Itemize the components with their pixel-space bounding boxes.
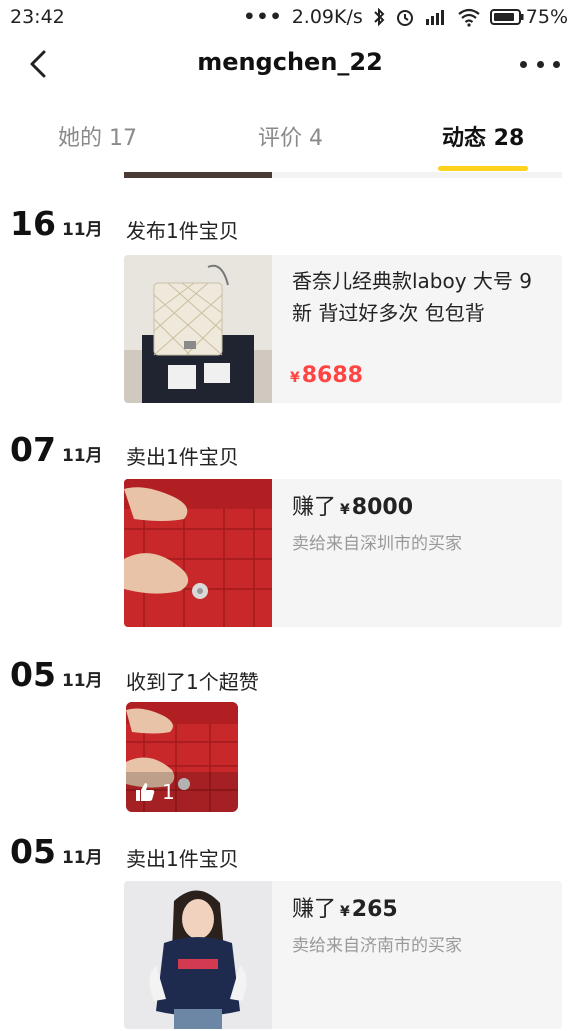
feed-day: 05 xyxy=(10,655,56,694)
more-notifications-icon: ••• xyxy=(243,6,283,28)
feed-date: 07 11月 xyxy=(10,430,103,469)
feed-month: 11月 xyxy=(61,220,103,240)
feed-action: 卖出1件宝贝 xyxy=(126,445,239,469)
like-count: 1 xyxy=(162,780,175,804)
earn-amount: 265 xyxy=(351,897,398,922)
page-title: mengchen_22 xyxy=(197,48,383,76)
active-tab-indicator xyxy=(438,166,528,171)
more-options-button[interactable] xyxy=(520,50,560,78)
profile-tabs: 她的 17 评价 4 动态 28 xyxy=(0,108,580,174)
earn-summary: 赚了 ¥8000 xyxy=(292,489,413,521)
tab-activity[interactable]: 动态 28 xyxy=(442,120,524,152)
more-dot-icon xyxy=(536,60,544,68)
currency-symbol: ¥ xyxy=(340,502,350,518)
feed-date: 16 11月 xyxy=(10,204,103,243)
feed-date: 05 11月 xyxy=(10,832,103,871)
thumbs-up-icon xyxy=(136,783,155,801)
battery-percent: 75% xyxy=(525,6,568,28)
signal-icon xyxy=(425,10,444,25)
earn-amount: 8000 xyxy=(351,495,413,520)
feed-month: 11月 xyxy=(61,848,103,868)
sold-card[interactable]: 赚了 ¥265 卖给来自济南市的买家 xyxy=(124,881,562,1029)
listing-card[interactable]: 香奈儿经典款laboy 大号 9新 背过好多次 包包背 ¥8688 xyxy=(124,255,562,403)
battery-icon xyxy=(489,9,524,25)
feed-day: 07 xyxy=(10,430,56,469)
feed-action: 卖出1件宝贝 xyxy=(126,847,239,871)
price-value: 8688 xyxy=(301,363,363,388)
earn-prefix: 赚了 xyxy=(292,897,337,922)
liked-item-card[interactable]: 1 xyxy=(126,702,238,812)
feed-month: 11月 xyxy=(61,446,103,466)
currency-symbol: ¥ xyxy=(290,370,300,386)
more-dot-icon xyxy=(520,60,527,68)
feed-date: 05 11月 xyxy=(10,655,103,694)
status-indicators: ••• 2.09K/s 75% xyxy=(243,6,568,28)
wifi-icon xyxy=(458,8,480,27)
earn-summary: 赚了 ¥265 xyxy=(292,891,398,923)
feed-month: 11月 xyxy=(61,671,103,691)
tab-reviews[interactable]: 评价 4 xyxy=(258,120,323,152)
listing-price: ¥8688 xyxy=(290,363,363,388)
buyer-location: 卖给来自深圳市的买家 xyxy=(292,534,462,554)
feed-action: 发布1件宝贝 xyxy=(126,219,239,243)
like-badge: 1 xyxy=(134,780,175,804)
previous-card-image-edge xyxy=(124,172,272,178)
nav-bar: mengchen_22 xyxy=(0,36,580,92)
product-image xyxy=(124,881,272,1029)
bluetooth-icon xyxy=(374,7,385,27)
feed-action: 收到了1个超赞 xyxy=(126,670,259,694)
product-image xyxy=(124,479,272,627)
more-dot-icon xyxy=(553,60,560,68)
sold-card[interactable]: 赚了 ¥8000 卖给来自深圳市的买家 xyxy=(124,479,562,627)
battery-indicator: 75% xyxy=(489,6,568,28)
feed-day: 05 xyxy=(10,832,56,871)
earn-prefix: 赚了 xyxy=(292,495,337,520)
feed-day: 16 xyxy=(10,204,56,243)
status-time: 23:42 xyxy=(10,6,65,28)
tab-listings[interactable]: 她的 17 xyxy=(58,120,137,152)
net-speed: 2.09K/s xyxy=(291,6,363,28)
currency-symbol: ¥ xyxy=(340,904,350,920)
product-image xyxy=(124,255,272,403)
buyer-location: 卖给来自济南市的买家 xyxy=(292,936,462,956)
status-bar: 23:42 ••• 2.09K/s 75% xyxy=(0,0,580,34)
alarm-icon xyxy=(396,10,413,26)
listing-title: 香奈儿经典款laboy 大号 9新 背过好多次 包包背 xyxy=(292,269,533,325)
